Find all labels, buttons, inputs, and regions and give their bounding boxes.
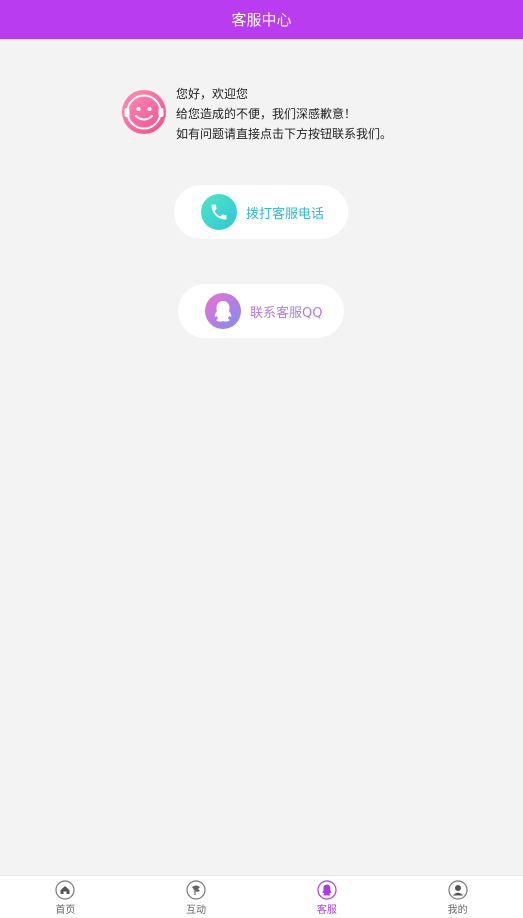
smiley-headset-icon xyxy=(122,90,166,134)
page-title: 客服中心 xyxy=(231,11,292,29)
call-service-label: 拨打客服电话 xyxy=(246,206,325,222)
qq-penguin-icon xyxy=(205,293,241,329)
customer-service-page: 客服中心 您好，欢迎您 给您造成的不便，我们深感歉意！ 如有问题请直接点击下方按… xyxy=(0,0,523,918)
contact-qq-button[interactable]: 联系客服QQ xyxy=(178,284,344,338)
contact-qq-label: 联系客服QQ xyxy=(250,305,323,321)
header-bar: 客服中心 xyxy=(0,0,523,39)
greeting-line: 给您造成的不便，我们深感歉意！ xyxy=(176,107,357,121)
nav-item-profile[interactable]: 我的 xyxy=(392,876,523,918)
greeting-line: 您好，欢迎您 xyxy=(176,87,249,101)
nav-label-home: 首页 xyxy=(55,905,76,916)
bottom-nav: 首页 互动 客服 我的 xyxy=(0,875,523,918)
greeting-line: 如有问题请直接点击下方按钮联系我们。 xyxy=(176,127,393,141)
call-service-button[interactable]: 拨打客服电话 xyxy=(174,185,348,239)
profile-icon xyxy=(448,880,468,900)
interaction-icon xyxy=(186,880,206,900)
nav-label-customer-service: 客服 xyxy=(316,905,337,916)
nav-label-interaction: 互动 xyxy=(186,905,207,916)
greeting-text: 您好，欢迎您 给您造成的不便，我们深感歉意！ 如有问题请直接点击下方按钮联系我们… xyxy=(176,84,392,144)
nav-label-profile: 我的 xyxy=(447,905,468,916)
home-icon xyxy=(55,880,75,900)
welcome-block: 您好，欢迎您 给您造成的不便，我们深感歉意！ 如有问题请直接点击下方按钮联系我们… xyxy=(121,84,421,144)
nav-item-home[interactable]: 首页 xyxy=(0,876,131,918)
phone-icon xyxy=(201,194,237,230)
nav-item-interaction[interactable]: 互动 xyxy=(131,876,262,918)
nav-item-customer-service[interactable]: 客服 xyxy=(262,876,393,918)
customer-service-icon xyxy=(317,880,337,900)
